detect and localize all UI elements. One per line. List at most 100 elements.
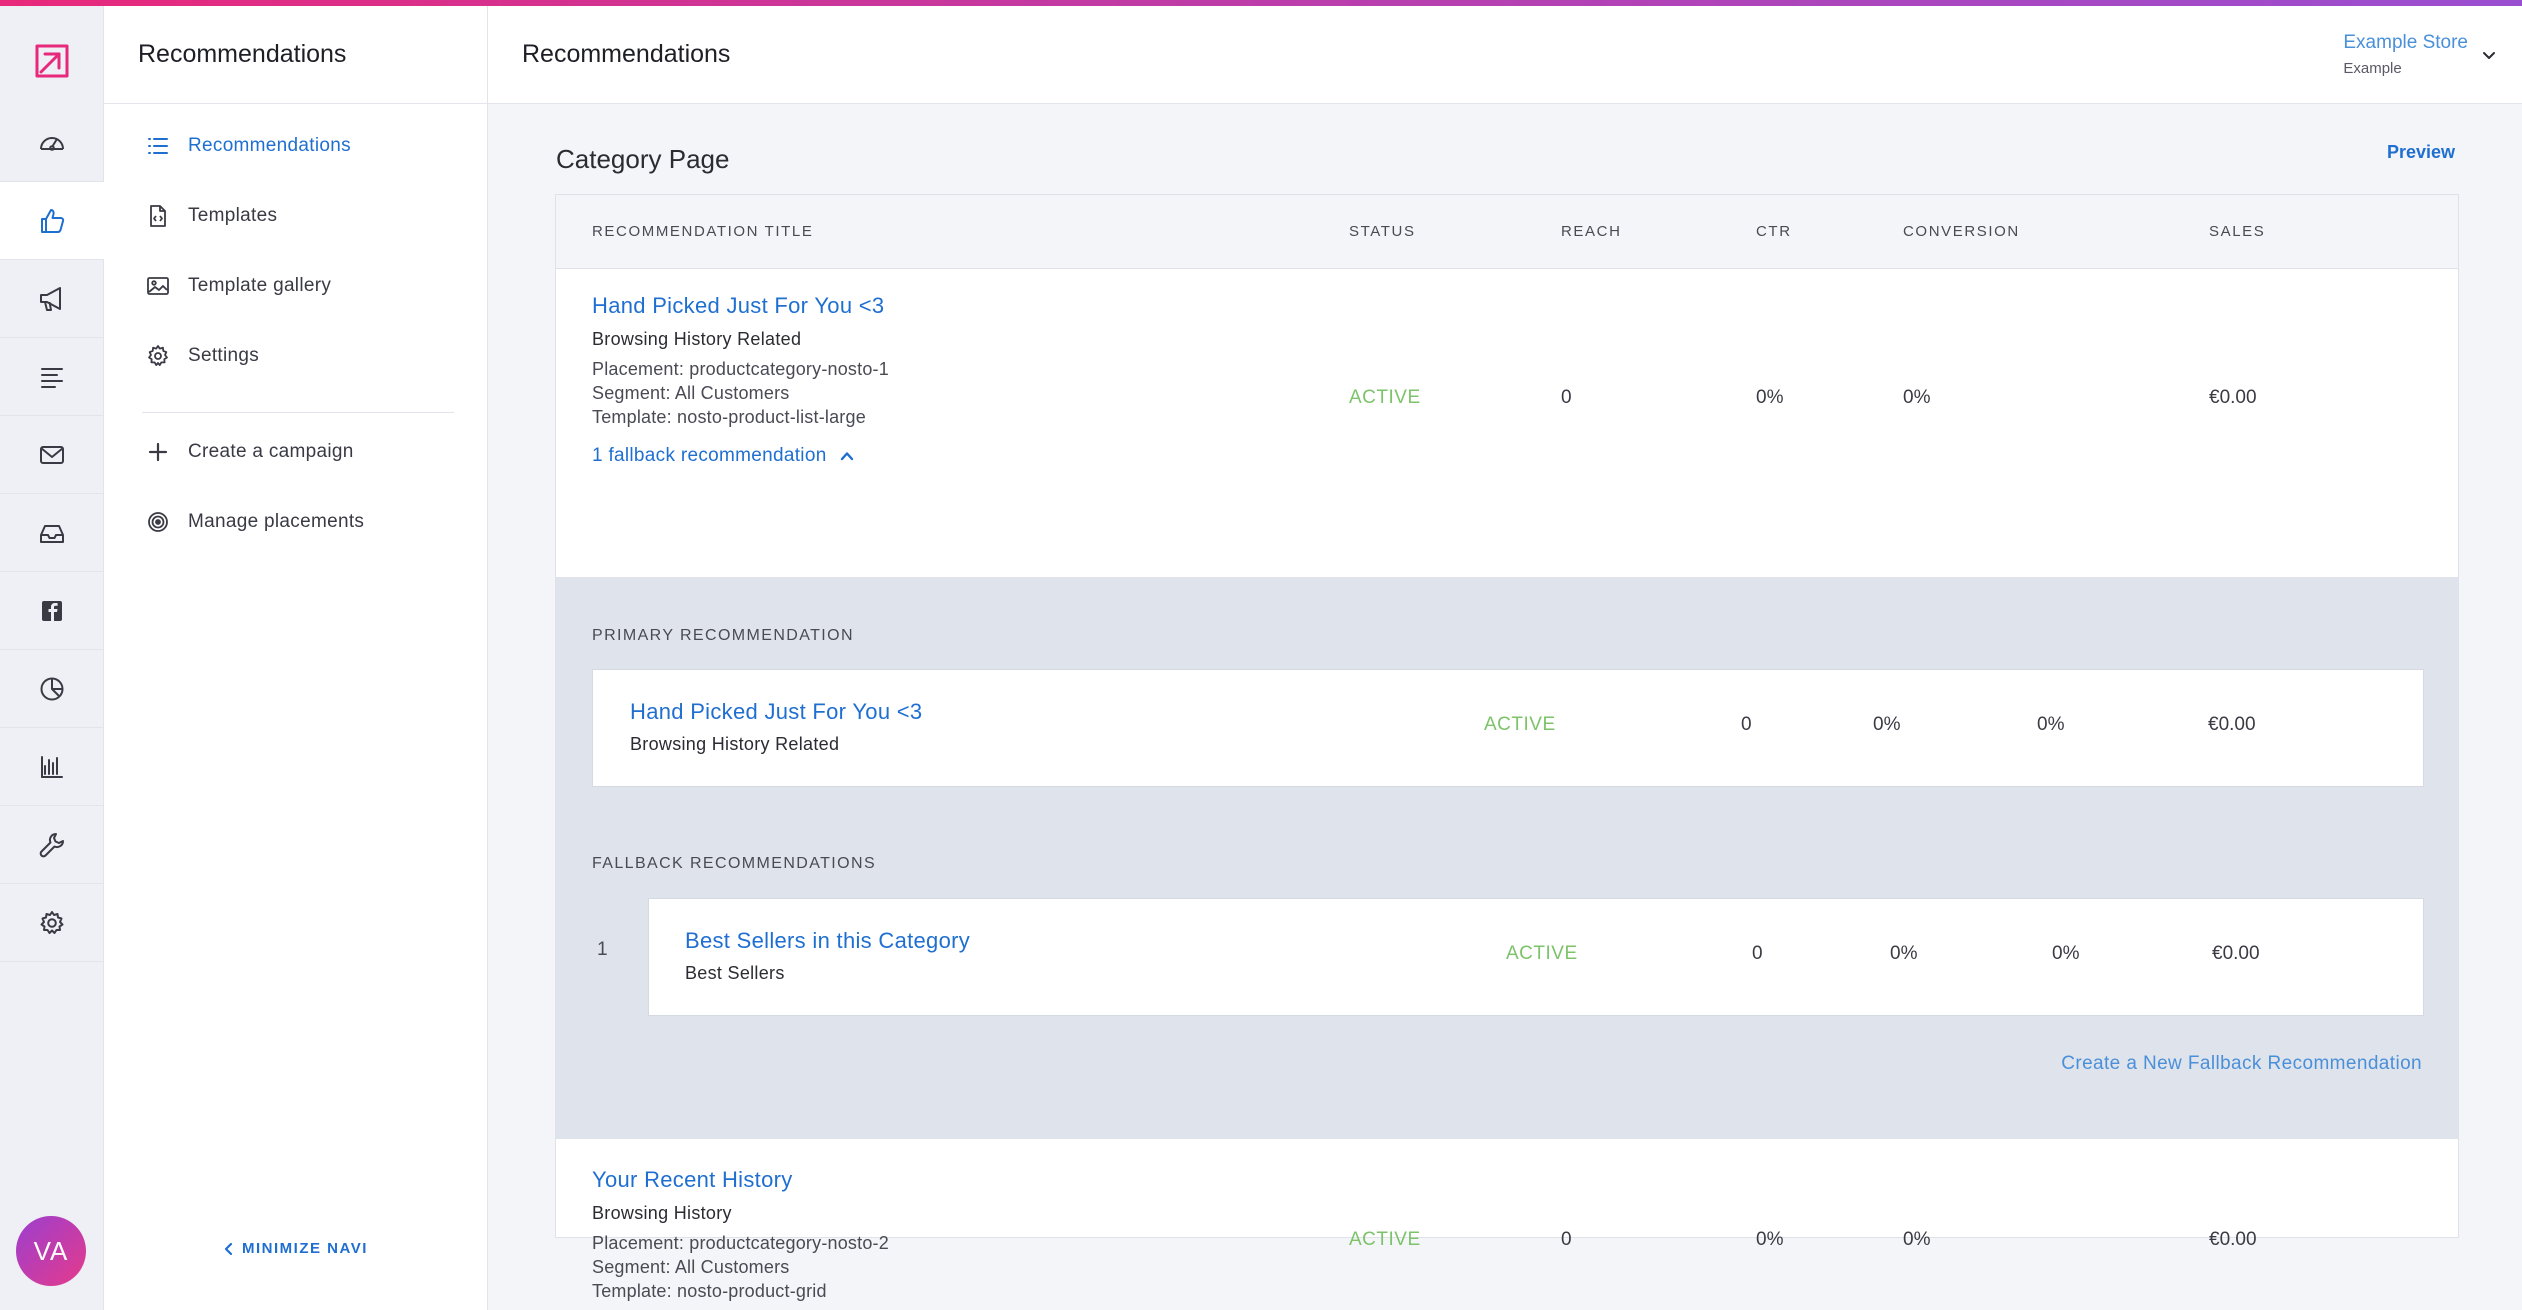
thumbs-up-icon [41,208,65,233]
user-avatar[interactable]: VA [16,1216,86,1286]
rail-settings[interactable] [0,884,104,962]
fallback-recommendations-label: FALLBACK RECOMMENDATIONS [592,855,877,872]
conversion-value: 0% [2052,943,2080,964]
ctr-value: 0% [1756,1229,1784,1250]
fallback-index: 1 [597,939,608,960]
preview-link[interactable]: Preview [2387,142,2455,163]
column-header-status[interactable]: STATUS [1349,223,1416,240]
main-content: Category Page Preview RECOMMENDATION TIT… [488,104,2522,1310]
subnav-title: Recommendations [104,6,487,104]
ctr-value: 0% [1873,714,1901,735]
content-list-icon [41,367,63,388]
dashboard-icon [40,136,64,151]
subnav-item-create-campaign[interactable]: Create a campaign [146,440,354,464]
recommendation-type: Browsing History [592,1203,732,1223]
create-fallback-recommendation-link[interactable]: Create a New Fallback Recommendation [2061,1053,2422,1075]
subnav-item-recommendations[interactable]: Recommendations [146,134,351,158]
column-header-conversion[interactable]: CONVERSION [1903,223,2020,240]
recommendations-table: RECOMMENDATION TITLE STATUS REACH CTR CO… [555,194,2459,1301]
recommendation-title-link[interactable]: Hand Picked Just For You <3 [592,293,884,319]
status-badge: ACTIVE [1484,714,1556,735]
file-code-icon [150,205,166,227]
recommendation-meta: Placement: productcategory-nosto-2 Segme… [592,1231,889,1303]
reach-value: 0 [1752,943,1763,964]
fallback-toggle[interactable]: 1 fallback recommendation [592,445,855,467]
segment-text: Segment: All Customers [592,383,790,403]
segment-text: Segment: All Customers [592,1257,790,1277]
subnav-item-label: Settings [188,345,260,366]
inbox-icon [40,524,64,543]
table-row: Your Recent History Browsing History Pla… [556,1139,2458,1301]
recommendation-title-link[interactable]: Your Recent History [592,1167,793,1193]
subnav-item-label: Manage placements [188,511,365,532]
subnav-item-template-gallery[interactable]: Template gallery [146,274,331,298]
chevron-up-icon [840,452,853,461]
sales-value: €0.00 [2212,943,2260,964]
plus-icon [148,442,168,462]
image-icon [147,277,169,295]
rail-inbox[interactable] [0,494,104,572]
template-text: Template: nosto-product-grid [592,1281,827,1301]
settings-icon [40,910,64,934]
fallback-recommendation-title-link[interactable]: Best Sellers in this Category [685,928,970,954]
section-heading: Category Page [556,144,730,174]
chevron-down-icon[interactable] [2480,46,2498,64]
facebook-icon [42,600,62,621]
subnav-divider [142,412,454,413]
rail-insights[interactable] [0,650,104,728]
store-name: Example Store [2343,32,2468,53]
status-badge: ACTIVE [1349,387,1421,408]
top-header: Recommendations Example Store Example [488,6,2522,104]
store-switcher[interactable]: Example Store Example [2343,32,2468,77]
recommendations-subnav: Recommendations Recommendations Template… [104,6,488,1310]
table-row: Hand Picked Just For You <3 Browsing His… [556,269,2458,577]
page-title: Recommendations [522,40,731,68]
rail-dashboard[interactable] [0,104,104,182]
subnav-item-templates[interactable]: Templates [146,204,277,228]
conversion-value: 0% [1903,387,1931,408]
minimize-navi-button[interactable]: MINIMIZE NAVI [222,1240,368,1257]
rail-content[interactable] [0,338,104,416]
email-icon [40,445,64,464]
conversion-value: 0% [1903,1229,1931,1250]
primary-recommendation-title-link[interactable]: Hand Picked Just For You <3 [630,699,922,725]
recommendation-meta: Placement: productcategory-nosto-1 Segme… [592,357,889,429]
subnav-item-label: Recommendations [188,135,351,156]
primary-recommendation-type: Browsing History Related [630,734,840,754]
subnav-item-manage-placements[interactable]: Manage placements [146,510,364,534]
placement-text: Placement: productcategory-nosto-2 [592,1233,889,1253]
main-icon-rail: VA [0,6,104,1310]
rail-tools[interactable] [0,806,104,884]
column-header-sales[interactable]: SALES [2209,223,2265,240]
rail-facebook[interactable] [0,572,104,650]
placement-text: Placement: productcategory-nosto-1 [592,359,889,379]
gear-icon [148,345,168,366]
rail-email[interactable] [0,416,104,494]
logo-icon [35,44,69,78]
sales-value: €0.00 [2209,1229,2257,1250]
rail-analytics[interactable] [0,728,104,806]
status-badge: ACTIVE [1506,943,1578,964]
rail-recommendations[interactable] [0,182,104,260]
sales-value: €0.00 [2208,714,2256,735]
ctr-value: 0% [1756,387,1784,408]
rail-campaigns[interactable] [0,260,104,338]
megaphone-icon [40,286,61,311]
template-text: Template: nosto-product-list-large [592,407,866,427]
column-header-reach[interactable]: REACH [1561,223,1622,240]
wrench-icon [39,832,65,857]
subnav-item-settings[interactable]: Settings [146,344,259,368]
fallback-expansion-panel: PRIMARY RECOMMENDATION Hand Picked Just … [556,577,2458,1139]
primary-recommendation-card: Hand Picked Just For You <3 Browsing His… [592,669,2424,787]
subnav-item-label: Template gallery [188,275,332,296]
target-icon [148,512,168,532]
column-header-ctr[interactable]: CTR [1756,223,1792,240]
app-logo[interactable] [0,26,104,96]
reach-value: 0 [1561,1229,1572,1250]
fallback-recommendation-type: Best Sellers [685,963,785,983]
minimize-navi-label: MINIMIZE NAVI [242,1240,368,1257]
column-header-title[interactable]: RECOMMENDATION TITLE [592,223,813,240]
primary-recommendation-label: PRIMARY RECOMMENDATION [592,627,854,644]
recommendation-type: Browsing History Related [592,329,802,349]
reach-value: 0 [1561,387,1572,408]
